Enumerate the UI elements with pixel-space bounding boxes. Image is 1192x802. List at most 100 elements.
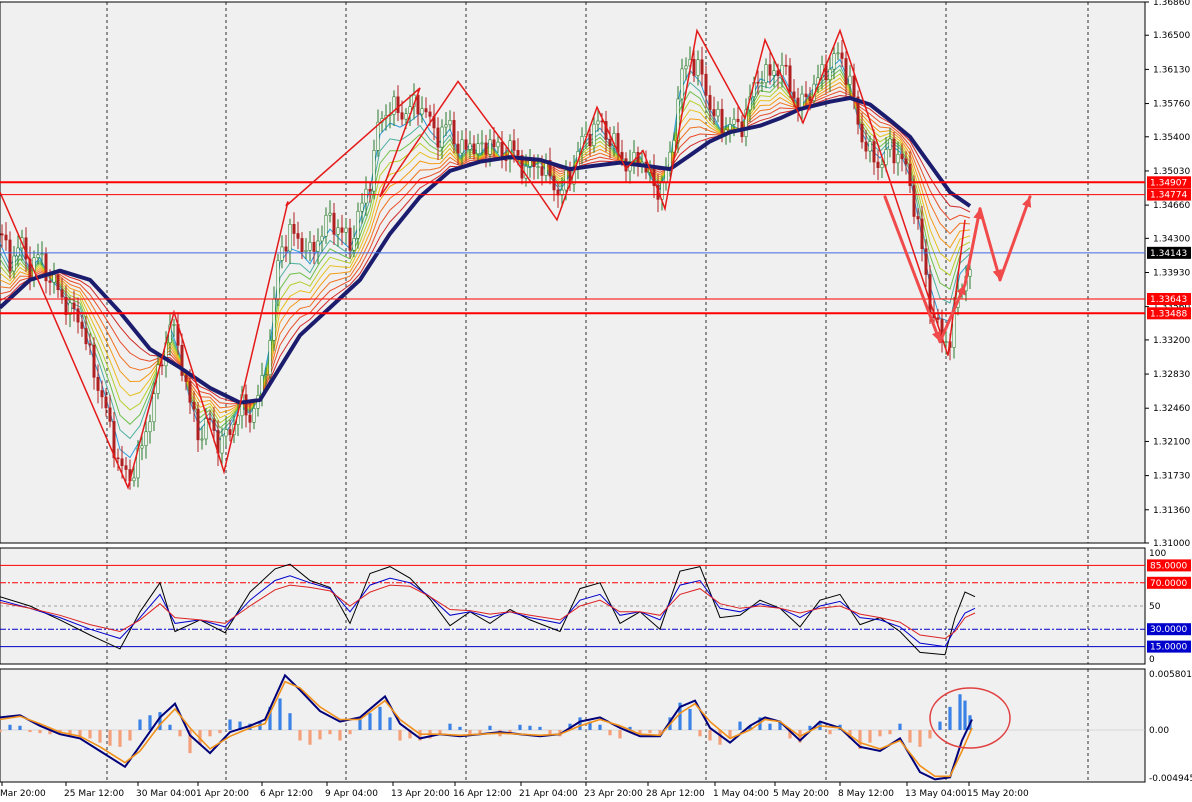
macd-histogram-bar [518,724,522,731]
candle-body [664,169,668,183]
candle-body [768,64,772,76]
macd-histogram-bar [288,713,292,731]
candle-body [892,138,896,164]
candle-body [352,238,356,251]
macd-histogram-bar [98,730,102,743]
candle-body [36,254,40,258]
candle-body [880,164,884,168]
chart-canvas[interactable]: 1.36860 1.36500 1.36130 1.35760 1.35400 1.350… [0,0,1192,799]
stoch-level-label: 30.0000 [1150,625,1187,635]
macd-histogram-bar [38,730,42,734]
candle-body [864,141,868,152]
candle-body [832,53,836,70]
macd-histogram-bar [298,730,302,741]
candle-body [40,253,44,256]
price-tick-label: 1.31000 [1153,539,1190,549]
candle-body [836,52,840,55]
macd-histogram-bar [528,725,532,731]
candle-body [92,344,96,378]
macd-histogram-bar [478,730,482,734]
price-tick-label: 1.31360 [1153,506,1190,516]
macd-histogram-bar [963,700,967,731]
level-label: 1.34907 [1150,178,1187,188]
candle-body [336,227,340,235]
stoch-tick-label: 100 [1149,549,1166,559]
candle-body [192,402,196,410]
candle-body [900,153,904,160]
candle-body [160,364,164,367]
candle-body [440,126,444,148]
current-price-label: 1.34143 [1150,249,1187,259]
candle-body [220,435,224,454]
macd-histogram-bar [718,730,722,745]
candle-body [0,233,4,236]
candle-body [904,158,908,165]
macd-histogram-bar [208,730,212,737]
candle-body [304,250,308,252]
candle-body [264,374,268,376]
macd-histogram-bar [388,717,392,731]
candle-body [488,139,492,155]
price-pane [0,1,1146,544]
candle-body [712,109,716,117]
candle-body [396,96,400,113]
candle-body [596,120,600,125]
candle-body [340,227,344,233]
stoch-level-label: 70.0000 [1150,579,1187,589]
candle-body [188,381,192,403]
candle-body [320,235,324,242]
time-axis-label: Mar 20:00 [0,789,46,798]
candle-body [372,150,376,192]
candle-body [468,143,472,150]
macd-histogram-bar [888,730,892,735]
candle-body [248,414,252,423]
candle-body [460,139,464,154]
macd-histogram-bar [688,708,692,731]
macd-histogram-bar [928,730,932,739]
candle-body [88,343,92,346]
candle-body [184,375,188,382]
trading-chart[interactable]: 1.36860 1.36500 1.36130 1.35760 1.35400 1.350… [0,0,1192,799]
candle-body [332,212,336,235]
macd-histogram-bar [318,730,322,740]
candle-body [108,407,112,422]
macd-histogram-bar [218,730,222,734]
candle-body [212,419,216,431]
candle-body [404,113,408,120]
candle-body [268,340,272,375]
candle-body [536,166,540,168]
macd-histogram-bar [368,713,372,731]
candle-body [104,396,108,409]
candle-body [564,169,568,191]
candle-body [204,418,208,440]
macd-histogram-bar [18,725,22,731]
level-label: 1.34774 [1150,191,1187,201]
macd-histogram-bar [738,721,742,731]
candle-body [472,143,476,155]
candle-body [120,458,124,466]
candle-body [484,142,488,155]
candle-body [868,141,872,152]
macd-histogram-bar [28,730,32,733]
candle-body [916,216,920,220]
candle-body [8,239,12,272]
price-tick-label: 1.35030 [1153,167,1190,177]
candle-body [64,296,68,315]
macd-histogram-bar [768,723,772,731]
macd-histogram-bar [358,719,362,731]
macd-histogram-bar [578,717,582,731]
candle-body [196,408,200,441]
candle-body [140,445,144,449]
time-axis-label: 13 May 04:00 [905,789,967,798]
candle-body [244,394,248,416]
candle-body [276,260,280,300]
macd-histogram-bar [488,725,492,731]
candle-body [720,108,724,133]
candle-body [72,302,76,309]
candle-body [60,289,64,298]
candle-body [272,298,276,341]
macd-histogram-bar [878,730,882,737]
candle-body [288,224,292,252]
candle-body [840,52,844,59]
time-axis-label: 16 Apr 12:00 [453,789,512,798]
